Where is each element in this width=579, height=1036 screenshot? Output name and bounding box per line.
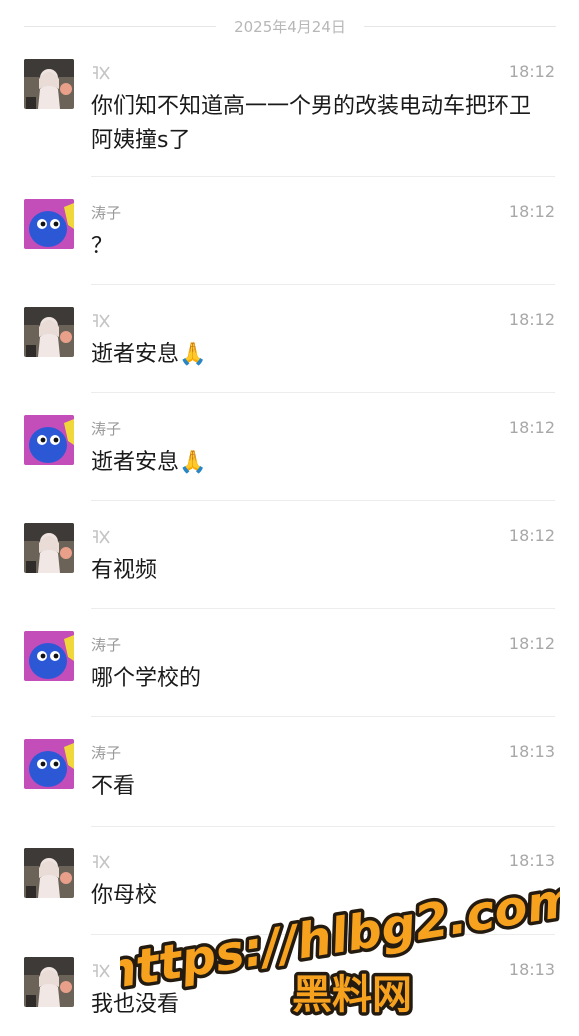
message-text[interactable]: 逝者安息🙏 xyxy=(91,446,551,480)
message-text[interactable]: ？ xyxy=(91,230,551,264)
message-divider xyxy=(91,716,555,717)
avatar-blue-creature-icon[interactable] xyxy=(24,631,74,681)
watermark-site-name: 黑料网 xyxy=(292,972,412,1018)
sender-name: 涛子 xyxy=(91,204,122,222)
sender-name-icon xyxy=(91,963,111,979)
avatar-girl-icon[interactable] xyxy=(24,307,74,357)
avatar-girl-icon[interactable] xyxy=(24,523,74,573)
message-divider xyxy=(91,826,555,827)
message-text[interactable]: 有视频 xyxy=(91,554,551,588)
sender-name-icon xyxy=(91,313,111,329)
avatar-blue-creature-icon[interactable] xyxy=(24,415,74,465)
date-separator: 2025年4月24日 xyxy=(0,10,579,42)
separator-line-left xyxy=(24,26,216,27)
message-divider xyxy=(91,500,555,501)
message-time: 18:12 xyxy=(508,526,555,545)
sender-name: 涛子 xyxy=(91,744,122,762)
avatar-blue-creature-icon[interactable] xyxy=(24,739,74,789)
avatar-girl-icon[interactable] xyxy=(24,59,74,109)
message-divider xyxy=(91,176,555,177)
message-text[interactable]: 逝者安息🙏 xyxy=(91,338,551,372)
message-text[interactable]: 不看 xyxy=(91,770,551,804)
message-text[interactable]: 你们知不知道高一一个男的改装电动车把环卫阿姨撞s了 xyxy=(91,90,551,158)
message-time: 18:13 xyxy=(508,851,555,870)
avatar-girl-icon[interactable] xyxy=(24,957,74,1007)
separator-line-right xyxy=(364,26,556,27)
sender-name-icon xyxy=(91,854,111,870)
message-text[interactable]: 哪个学校的 xyxy=(91,662,551,696)
message-divider xyxy=(91,608,555,609)
sender-name: 涛子 xyxy=(91,636,122,654)
sender-name-icon xyxy=(91,65,111,81)
message-divider xyxy=(91,392,555,393)
message-divider xyxy=(91,284,555,285)
message-time: 18:12 xyxy=(508,418,555,437)
message-time: 18:12 xyxy=(508,634,555,653)
message-time: 18:12 xyxy=(508,310,555,329)
watermark-overlay: https://hlbg2.com 黑料网 xyxy=(120,870,560,1022)
avatar-girl-icon[interactable] xyxy=(24,848,74,898)
sender-name: 涛子 xyxy=(91,420,122,438)
message-time: 18:13 xyxy=(508,742,555,761)
message-time: 18:12 xyxy=(508,62,555,81)
date-label: 2025年4月24日 xyxy=(234,18,346,36)
message-time: 18:12 xyxy=(508,202,555,221)
avatar-blue-creature-icon[interactable] xyxy=(24,199,74,249)
sender-name-icon xyxy=(91,529,111,545)
